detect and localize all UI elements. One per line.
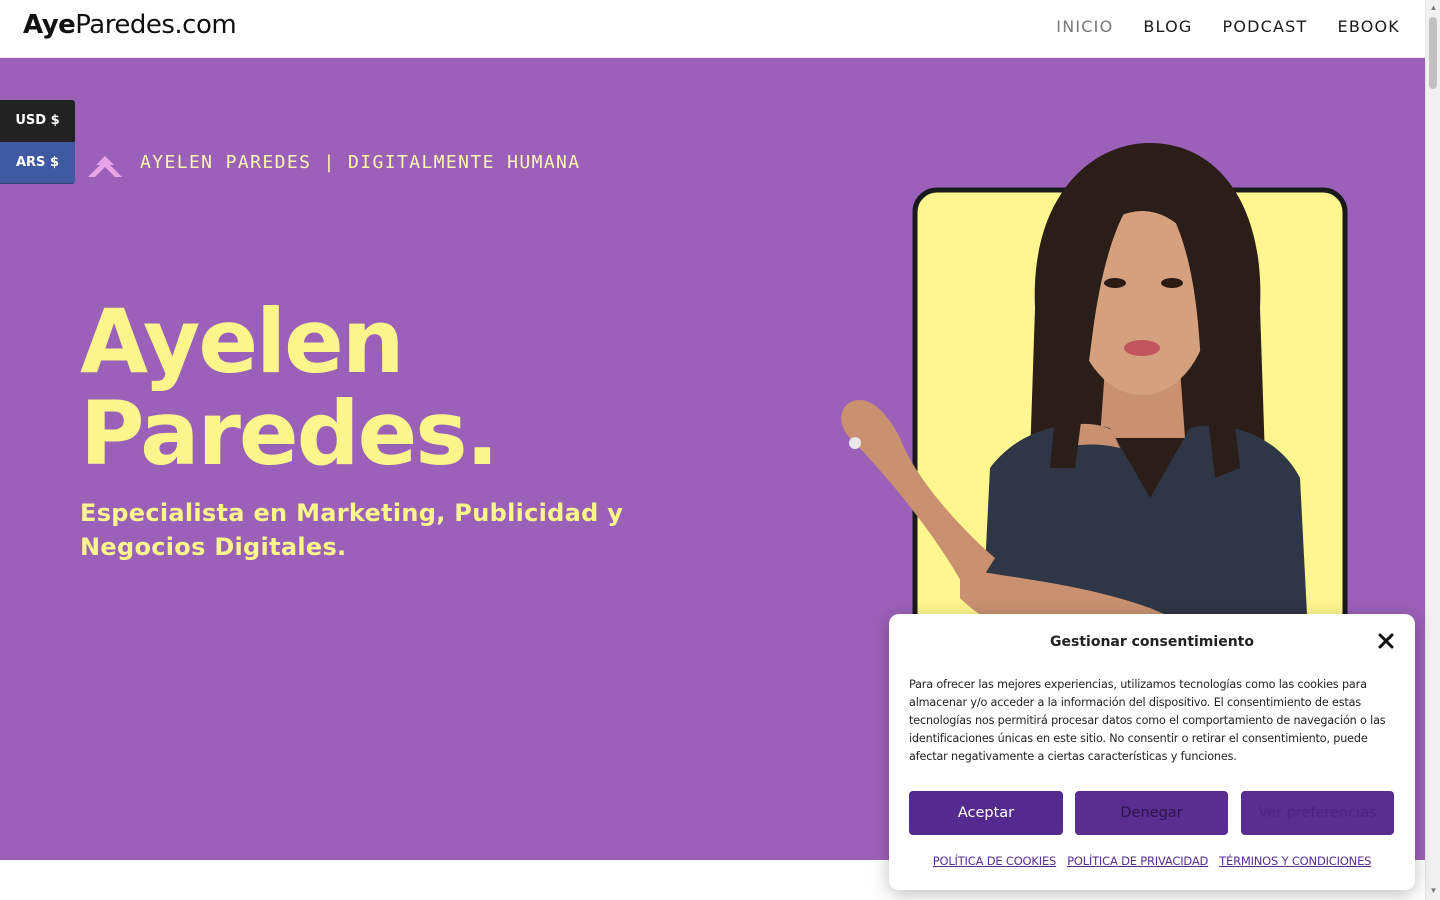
consent-body: Para ofrecer las mejores experiencias, u…	[909, 678, 1386, 763]
nav-item-ebook[interactable]: EBOOK	[1338, 17, 1400, 36]
scroll-up-icon[interactable]: ▲	[1429, 3, 1438, 12]
view-preferences-button[interactable]: Ver preferencias	[1241, 791, 1394, 835]
privacy-policy-link[interactable]: POLÍTICA DE PRIVACIDAD	[1067, 854, 1208, 868]
site-logo[interactable]: AyeParedes.com	[23, 10, 237, 40]
hero-tagline: AYELEN PAREDES | DIGITALMENTE HUMANA	[140, 152, 581, 173]
nav-item-blog[interactable]: BLOG	[1143, 17, 1192, 36]
currency-switcher: USD $ ARS $	[0, 100, 75, 184]
deny-button[interactable]: Denegar	[1075, 791, 1228, 835]
scroll-down-icon[interactable]: ▼	[1429, 886, 1438, 895]
consent-links: POLÍTICA DE COOKIES POLÍTICA DE PRIVACID…	[889, 854, 1415, 868]
hero-subtitle: Especialista en Marketing, Publicidad y …	[80, 499, 624, 561]
cookie-consent-dialog: Gestionar consentimiento Para ofrecer la…	[889, 614, 1415, 890]
main-nav: INICIO BLOG PODCAST EBOOK	[1056, 17, 1400, 36]
consent-title: Gestionar consentimiento	[1050, 634, 1254, 650]
currency-ars-option[interactable]: ARS $	[0, 142, 75, 184]
currency-usd-option[interactable]: USD $	[0, 100, 75, 142]
logo-bold-text: Aye	[23, 10, 76, 40]
page-scrollbar[interactable]: ▲ ▼	[1425, 0, 1440, 900]
terms-link[interactable]: TÉRMINOS Y CONDICIONES	[1219, 854, 1371, 868]
hero-name: Ayelen Paredes.	[80, 290, 499, 485]
nav-item-inicio[interactable]: INICIO	[1056, 17, 1113, 36]
brand-chevron-icon	[88, 156, 122, 177]
hero-name-line2: Paredes.	[80, 382, 499, 485]
nav-item-podcast[interactable]: PODCAST	[1223, 17, 1308, 36]
cookie-policy-link[interactable]: POLÍTICA DE COOKIES	[933, 854, 1057, 868]
logo-light-text: Paredes.com	[75, 10, 237, 40]
site-header: AyeParedes.com INICIO BLOG PODCAST EBOOK	[0, 0, 1425, 58]
accept-button[interactable]: Aceptar	[909, 791, 1063, 835]
close-icon[interactable]	[1377, 632, 1395, 650]
scroll-thumb[interactable]	[1429, 17, 1437, 89]
hero-name-line1: Ayelen	[80, 290, 405, 393]
